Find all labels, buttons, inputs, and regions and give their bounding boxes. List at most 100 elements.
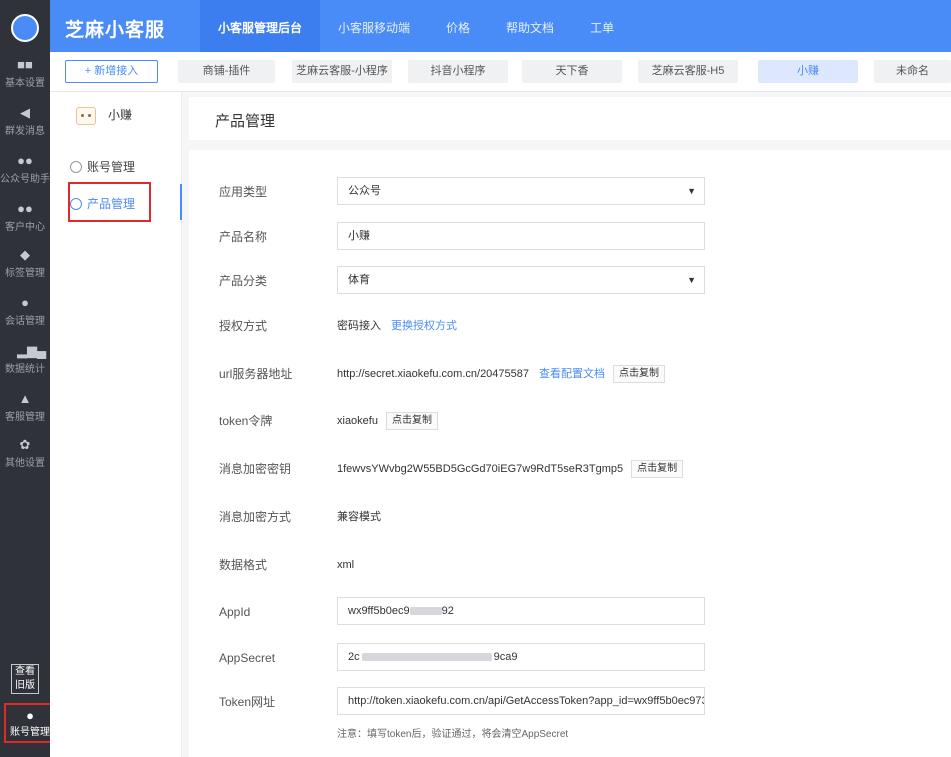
rail-item-other-settings[interactable]: ✿ 其他设置 — [0, 438, 50, 484]
topnav-pricing[interactable]: 价格 — [428, 0, 488, 52]
rail-item-label: 数据统计 — [5, 364, 45, 375]
appsecret-input[interactable]: 2c 9ca9 — [337, 643, 705, 671]
user-outline-icon — [70, 161, 82, 173]
product-name-value: 小赚 — [348, 230, 370, 242]
rail-item-data-statistics[interactable]: ▂▆▄ 数据统计 — [0, 344, 50, 390]
view-config-doc-link[interactable]: 查看配置文档 — [539, 368, 605, 380]
token-url-input[interactable]: http://token.xiaokefu.com.cn/api/GetAcce… — [337, 687, 705, 715]
account-management-label: 账号管理 — [10, 727, 50, 738]
topnav-tickets[interactable]: 工单 — [572, 0, 632, 52]
rail-item-label: 其他设置 — [5, 458, 45, 469]
gear-icon: ✿ — [19, 437, 31, 452]
tag-icon: ◆ — [20, 247, 30, 262]
topnav-help-docs[interactable]: 帮助文档 — [488, 0, 572, 52]
chat-icon: ● — [21, 295, 29, 310]
url-server-value: http://secret.xiaokefu.com.cn/20475587 — [337, 368, 530, 380]
bar-chart-icon: ▂▆▄ — [17, 343, 47, 358]
url-server-label: url服务器地址 — [219, 367, 293, 381]
rail-item-mass-message[interactable]: ◀ 群发消息 — [0, 106, 50, 152]
topnav-mobile[interactable]: 小客服移动端 — [320, 0, 428, 52]
auth-method-label: 授权方式 — [219, 319, 268, 333]
rail-item-label: 群发消息 — [5, 126, 45, 137]
app-logo-icon[interactable] — [11, 14, 39, 42]
send-icon: ◀ — [20, 105, 30, 120]
tab-unnamed[interactable]: 未命名 — [874, 60, 951, 83]
app-type-value: 公众号 — [348, 185, 381, 197]
data-format-value: xml — [337, 559, 355, 571]
appid-value-start: wx9ff5b0ec9 — [348, 605, 410, 617]
add-access-button[interactable]: + 新增接入 — [65, 60, 158, 83]
rail-item-label: 客服管理 — [5, 412, 45, 423]
rail-item-session-management[interactable]: ● 会话管理 — [0, 296, 50, 342]
change-auth-link[interactable]: 更换授权方式 — [391, 320, 457, 332]
tab-zhima-h5[interactable]: 芝麻云客服-H5 — [638, 60, 738, 83]
token-value: xiaokefu — [337, 415, 378, 427]
product-name-label: 产品名称 — [219, 230, 268, 244]
account-management-button[interactable]: ● 账号管理 — [4, 703, 56, 743]
appid-value-end: 92 — [441, 605, 454, 617]
appsecret-label: AppSecret — [219, 651, 276, 665]
current-app-header: 小赚 — [76, 106, 132, 125]
app-avatar-icon — [76, 106, 96, 125]
top-navigation: 小客服管理后台 小客服移动端 价格 帮助文档 工单 — [200, 0, 632, 52]
tab-xiaozhuan[interactable]: 小赚 — [758, 60, 858, 83]
app-tab-strip: + 新增接入 商铺-插件 芝麻云客服-小程序 抖音小程序 天下香 芝麻云客服-H… — [50, 52, 951, 92]
top-header: 芝麻小客服 小客服管理后台 小客服移动端 价格 帮助文档 工单 — [50, 0, 951, 52]
subnav-label: 账号管理 — [87, 160, 136, 174]
robot-icon: ▲ — [18, 391, 32, 406]
redacted-mark — [409, 607, 442, 616]
grid-icon: ■■ — [17, 57, 33, 72]
rail-item-agent-management[interactable]: ▲ 客服管理 — [0, 392, 50, 438]
token-label: token令牌 — [219, 414, 273, 428]
aes-key-value-group: 1fewvsYWvbg2W55BD5GcGd70iEG7w9RdT5seR3Tg… — [337, 456, 684, 482]
view-old-version-button[interactable]: 查看 旧版 — [11, 664, 39, 694]
user-icon: ● — [26, 708, 34, 723]
old-version-line1: 查看 — [15, 666, 35, 677]
tab-tianxiaxiang[interactable]: 天下香 — [522, 60, 622, 83]
subnav-account-management[interactable]: 账号管理 — [70, 158, 135, 175]
app-type-label: 应用类型 — [219, 185, 268, 199]
encrypt-mode-value: 兼容模式 — [337, 511, 381, 523]
rail-item-label: 标签管理 — [5, 268, 45, 279]
product-category-select[interactable]: 体育 ▼ — [337, 266, 705, 294]
appsecret-value-start: 2c — [348, 651, 360, 663]
page-title-bar: 产品管理 — [189, 97, 951, 140]
aes-key-label: 消息加密密钥 — [219, 462, 292, 476]
app-type-select[interactable]: 公众号 ▼ — [337, 177, 705, 205]
left-icon-rail: ■■ 基本设置 ◀ 群发消息 ●● 公众号助手 ●● 客户中心 ◆ 标签管理 ●… — [0, 0, 56, 757]
tab-zhima-miniprogram[interactable]: 芝麻云客服-小程序 — [292, 60, 392, 83]
product-category-value: 体育 — [348, 274, 370, 286]
copy-aes-key-button[interactable]: 点击复制 — [631, 460, 684, 479]
copy-url-button[interactable]: 点击复制 — [613, 365, 666, 384]
rail-item-customer-center[interactable]: ●● 客户中心 — [0, 202, 50, 248]
auth-method-value: 密码接入 — [337, 320, 381, 332]
encrypt-mode-label: 消息加密方式 — [219, 510, 292, 524]
rail-item-wechat-assistant[interactable]: ●● 公众号助手 — [0, 154, 50, 200]
rail-item-tag-management[interactable]: ◆ 标签管理 — [0, 248, 50, 294]
data-format-label: 数据格式 — [219, 558, 268, 572]
wechat-icon: ●● — [17, 153, 33, 168]
rail-item-label: 公众号助手 — [0, 174, 50, 185]
product-name-input[interactable]: 小赚 — [337, 222, 705, 250]
copy-token-button[interactable]: 点击复制 — [385, 412, 438, 431]
rail-item-label: 基本设置 — [5, 78, 45, 89]
rail-item-basic-settings[interactable]: ■■ 基本设置 — [0, 58, 50, 104]
token-note: 注意：填写token后，验证通过，将会清空AppSecret — [337, 729, 569, 740]
appid-label: AppId — [219, 605, 251, 619]
tab-douyin-miniprogram[interactable]: 抖音小程序 — [408, 60, 508, 83]
chevron-down-icon: ▼ — [687, 186, 696, 196]
current-app-name: 小赚 — [108, 108, 133, 122]
url-server-value-group: http://secret.xiaokefu.com.cn/20475587 查看… — [337, 361, 666, 387]
brand-name[interactable]: 芝麻小客服 — [65, 15, 165, 42]
token-value-group: xiaokefu 点击复制 — [337, 408, 438, 434]
appsecret-value-end: 9ca9 — [493, 651, 518, 663]
rail-item-label: 会话管理 — [5, 316, 45, 327]
auth-method-value-group: 密码接入 更换授权方式 — [337, 313, 457, 339]
chevron-down-icon: ▼ — [687, 275, 696, 285]
rail-item-label: 客户中心 — [5, 222, 45, 233]
main-content: 产品管理 应用类型 公众号 ▼ 产品名称 小赚 产品分类 体育 ▼ 授权方式 密… — [182, 92, 951, 757]
appid-input[interactable]: wx9ff5b0ec9 92 — [337, 597, 705, 625]
topnav-admin[interactable]: 小客服管理后台 — [200, 0, 321, 52]
tab-shop-plugin[interactable]: 商铺-插件 — [178, 60, 275, 83]
redacted-mark — [361, 653, 492, 662]
